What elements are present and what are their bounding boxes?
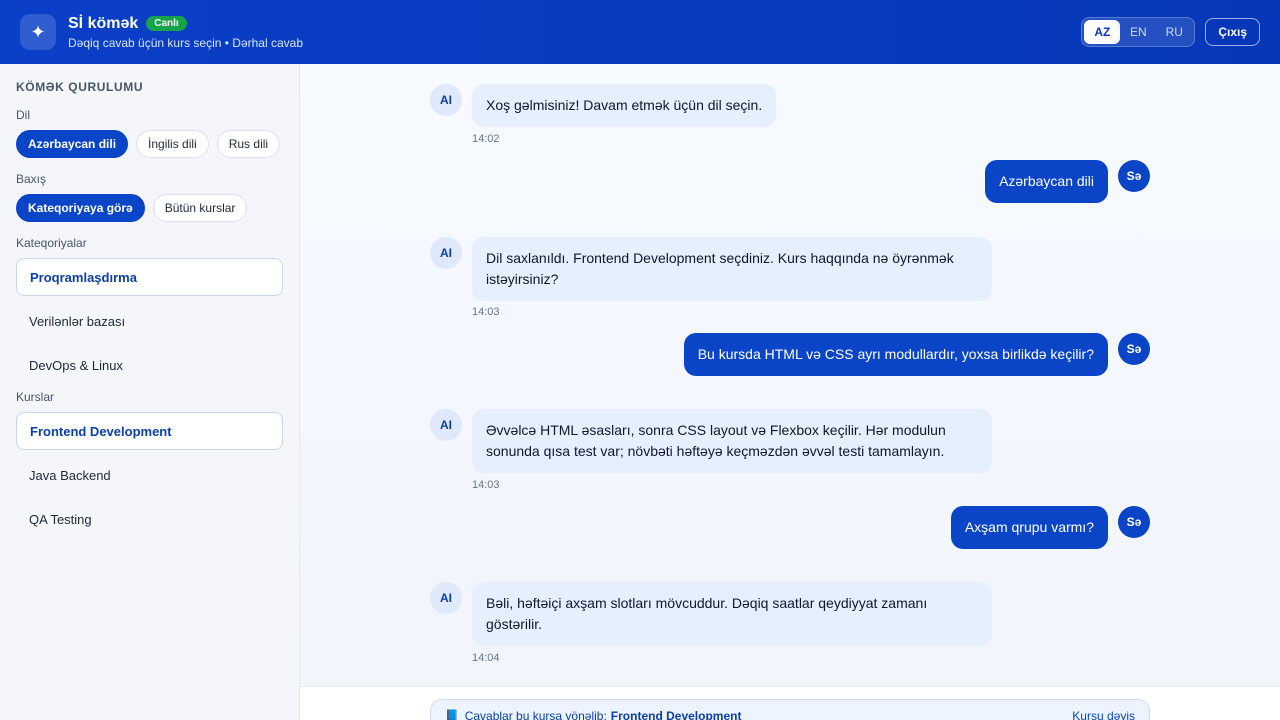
ai-avatar: AI [430, 582, 462, 614]
ai-avatar: AI [430, 84, 462, 116]
user-message-bubble: Axşam qrupu varmı? [950, 506, 1108, 549]
language-chips: Azərbaycan dili İngilis dili Rus dili [16, 130, 283, 158]
ai-message-bubble: Xoş gəlmisiniz! Davam etmək üçün dil seç… [472, 84, 777, 127]
ai-message: AI Bəli, həftəiçi axşam slotları mövcudd… [430, 582, 992, 646]
setup-sidebar: KÖMƏK QURULUMU Dil Azərbaycan dili İngil… [0, 64, 300, 720]
book-icon: 📘 [445, 710, 459, 720]
category-list: Proqramlaşdırma Verilənlər bazası DevOps… [16, 258, 283, 384]
context-prefix: Cavablar bu kursa yönəlib: [464, 709, 607, 720]
user-message: Bu kursda HTML və CSS ayrı modullardır, … [683, 333, 1150, 376]
ai-message: AI Dil saxlanıldı. Frontend Development … [430, 237, 992, 301]
ai-message: AI Xoş gəlmisiniz! Davam etmək üçün dil … [430, 84, 777, 127]
category-item-devops[interactable]: DevOps & Linux [16, 346, 283, 384]
live-badge: Canlı [146, 16, 187, 31]
language-switcher: AZ EN RU [1081, 17, 1196, 47]
user-avatar: Sə [1118, 160, 1150, 192]
chip-azerbaijani[interactable]: Azərbaycan dili [16, 130, 129, 158]
sidebar-title: KÖMƏK QURULUMU [16, 80, 144, 94]
chip-russian[interactable]: Rus dili [216, 130, 281, 158]
message-time: 14:03 [472, 306, 500, 318]
course-item-java[interactable]: Java Backend [16, 456, 283, 494]
course-list: Frontend Development Java Backend QA Tes… [16, 412, 283, 538]
chat-thread[interactable]: AI Xoş gəlmisiniz! Davam etmək üçün dil … [300, 64, 1280, 686]
course-item-qa[interactable]: QA Testing [16, 500, 283, 538]
sparkle-icon: ✦ [20, 14, 56, 50]
lang-button-ru[interactable]: RU [1156, 20, 1192, 44]
chip-all-courses[interactable]: Bütün kurslar [152, 194, 248, 222]
category-item-programming[interactable]: Proqramlaşdırma [16, 258, 283, 296]
ai-message-bubble: Əvvəlcə HTML əsasları, sonra CSS layout … [472, 409, 992, 473]
view-label: Baxış [16, 172, 47, 186]
app-subtitle: Dəqiq cavab üçün kurs seçin • Dərhal cav… [68, 35, 303, 50]
ai-avatar: AI [430, 237, 462, 269]
language-label: Dil [16, 108, 30, 122]
categories-label: Kateqoriyalar [16, 236, 87, 250]
user-avatar: Sə [1118, 333, 1150, 365]
chat-footer: 📘 Cavablar bu kursa yönəlib: Frontend De… [300, 686, 1280, 720]
message-time: 14:03 [472, 479, 500, 491]
user-message: Axşam qrupu varmı? Sə [950, 506, 1150, 549]
app-header: ✦ Sİ kömək Canlı Dəqiq cavab üçün kurs s… [0, 0, 1280, 64]
category-item-databases[interactable]: Verilənlər bazası [16, 302, 283, 340]
lang-button-az[interactable]: AZ [1084, 20, 1121, 44]
chip-by-category[interactable]: Kateqoriyaya görə [16, 194, 145, 222]
chip-english[interactable]: İngilis dili [136, 130, 209, 158]
context-course: Frontend Development [610, 709, 742, 720]
user-message: Azərbaycan dili Sə [985, 160, 1150, 203]
message-time: 14:04 [472, 652, 500, 664]
brand-block: Sİ kömək Canlı Dəqiq cavab üçün kurs seç… [68, 15, 303, 50]
ai-message-bubble: Dil saxlanıldı. Frontend Development seç… [472, 237, 992, 301]
logout-button[interactable]: Çıxış [1205, 18, 1260, 46]
courses-label: Kurslar [16, 390, 55, 404]
user-avatar: Sə [1118, 506, 1150, 538]
user-message-bubble: Azərbaycan dili [985, 160, 1108, 203]
ai-message-bubble: Bəli, həftəiçi axşam slotları mövcuddur.… [472, 582, 992, 646]
course-item-frontend[interactable]: Frontend Development [16, 412, 283, 450]
user-message-bubble: Bu kursda HTML və CSS ayrı modullardır, … [683, 333, 1108, 376]
ai-message: AI Əvvəlcə HTML əsasları, sonra CSS layo… [430, 409, 992, 473]
change-course-link[interactable]: Kursu dəyiş [1072, 709, 1135, 720]
ai-avatar: AI [430, 409, 462, 441]
message-time: 14:02 [472, 133, 500, 145]
app-title: Sİ kömək [68, 14, 139, 32]
lang-button-en[interactable]: EN [1120, 20, 1156, 44]
view-chips: Kateqoriyaya görə Bütün kurslar [16, 194, 283, 222]
course-context-bar: 📘 Cavablar bu kursa yönəlib: Frontend De… [430, 699, 1150, 720]
